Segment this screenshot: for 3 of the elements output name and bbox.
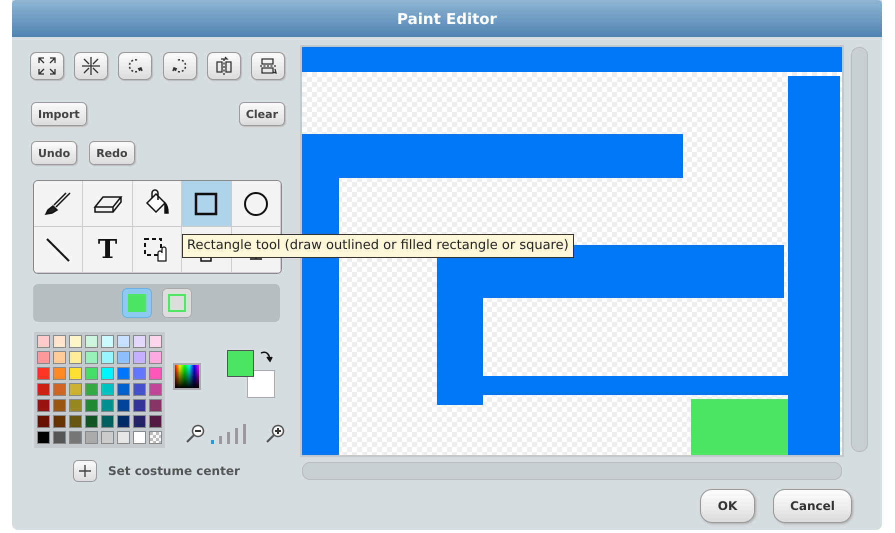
window-title: Paint Editor bbox=[397, 10, 497, 28]
tooltip: Rectangle tool (draw outlined or filled rectangle or square) bbox=[182, 234, 574, 258]
set-center-label: Set costume center bbox=[108, 464, 240, 478]
